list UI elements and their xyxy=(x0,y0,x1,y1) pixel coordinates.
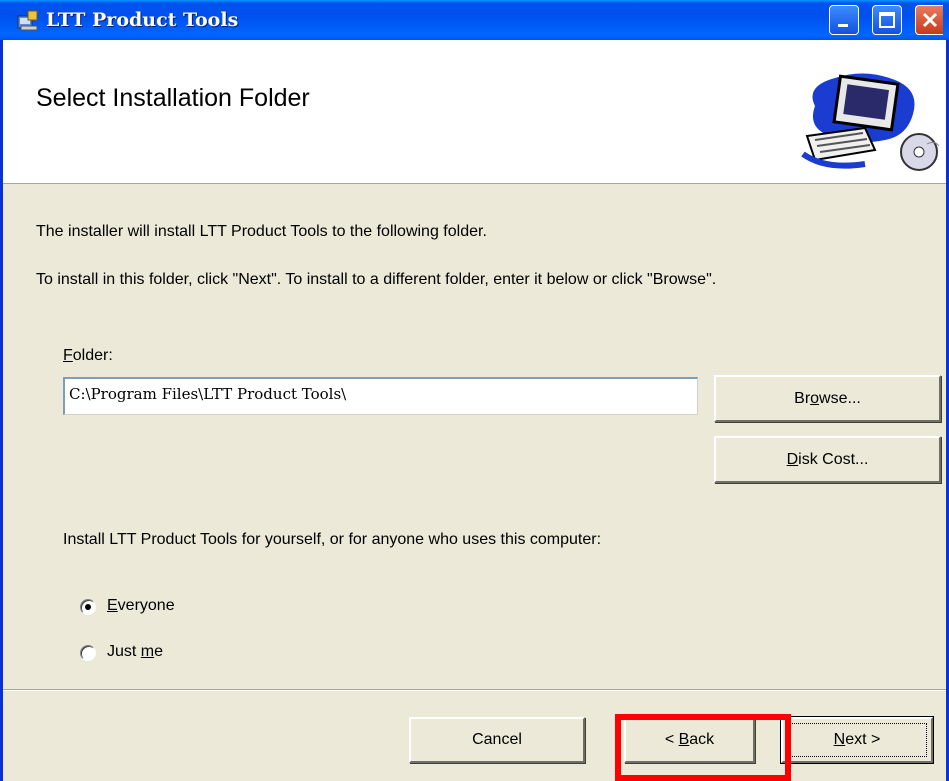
browse-button[interactable]: Browse... xyxy=(714,375,941,422)
disk-cost-label: Disk Cost... xyxy=(786,450,869,468)
intro-text: The installer will install LTT Product T… xyxy=(36,223,487,240)
next-label: Next > xyxy=(833,731,881,748)
maximize-button[interactable] xyxy=(872,5,902,35)
footer-separator xyxy=(3,689,946,691)
back-label: < Back xyxy=(664,731,715,748)
radio-everyone[interactable] xyxy=(80,599,96,615)
radio-everyone-label[interactable]: Everyone xyxy=(107,597,175,615)
radio-just-me[interactable] xyxy=(80,645,96,661)
installer-window: LTT Product Tools Select Installation Fo… xyxy=(0,0,949,781)
instruction-text: To install in this folder, click "Next".… xyxy=(36,271,717,288)
folder-label: Folder: xyxy=(63,347,113,364)
back-button[interactable]: < Back xyxy=(624,717,755,763)
cancel-button[interactable]: Cancel xyxy=(409,717,585,763)
install-for-prompt: Install LTT Product Tools for yourself, … xyxy=(63,531,602,548)
page-title: Select Installation Folder xyxy=(36,84,310,112)
minimize-button[interactable] xyxy=(829,5,859,35)
radio-just-me-label[interactable]: Just me xyxy=(107,643,163,661)
cancel-label: Cancel xyxy=(472,731,522,748)
window-title: LTT Product Tools xyxy=(46,9,239,31)
browse-label: Browse... xyxy=(794,389,861,407)
close-icon xyxy=(922,12,938,28)
minimize-icon xyxy=(838,24,848,27)
computer-with-cd-icon xyxy=(801,73,940,171)
disk-cost-button[interactable]: Disk Cost... xyxy=(714,436,941,483)
maximize-icon xyxy=(879,12,895,28)
close-button[interactable] xyxy=(915,5,943,35)
next-button[interactable]: Next > xyxy=(780,716,934,764)
installer-icon xyxy=(17,10,38,31)
title-bar[interactable]: LTT Product Tools xyxy=(0,0,949,40)
folder-path-input[interactable]: C:\Program Files\LTT Product Tools\ xyxy=(63,377,698,415)
radio-selected-dot xyxy=(85,604,91,610)
